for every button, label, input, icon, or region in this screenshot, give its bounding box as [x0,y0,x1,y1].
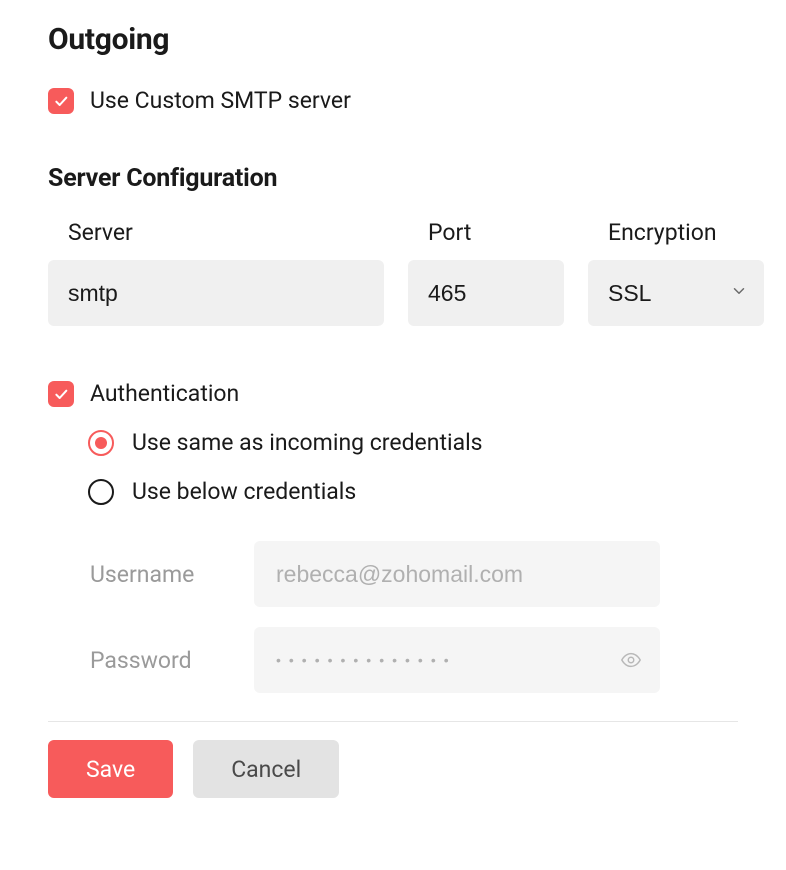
credentials-form: Username Password [90,541,660,693]
page-title: Outgoing [48,22,738,57]
port-input[interactable] [408,260,564,326]
toggle-password-visibility[interactable] [620,649,642,671]
check-icon [53,93,69,109]
authentication-label: Authentication [90,380,239,407]
authentication-checkbox[interactable] [48,381,74,407]
server-config-grid: Server Port Encryption [48,219,738,326]
encryption-column-header: Encryption [588,219,764,246]
custom-smtp-checkbox[interactable] [48,88,74,114]
port-column-header: Port [408,219,564,246]
radio-option-same[interactable]: Use same as incoming credentials [88,429,738,456]
encryption-value[interactable] [588,260,764,326]
radio-same-label: Use same as incoming credentials [132,429,483,456]
divider [48,721,738,722]
check-icon [53,386,69,402]
password-input[interactable] [254,627,660,693]
radio-below-label: Use below credentials [132,478,356,505]
encryption-select[interactable] [588,260,764,326]
server-column-header: Server [48,219,384,246]
custom-smtp-label: Use Custom SMTP server [90,87,351,114]
custom-smtp-row: Use Custom SMTP server [48,87,738,114]
radio-same-credentials[interactable] [88,430,114,456]
auth-radio-group: Use same as incoming credentials Use bel… [88,429,738,505]
username-label: Username [90,561,254,588]
cancel-button[interactable]: Cancel [193,740,339,798]
authentication-block: Authentication Use same as incoming cred… [48,380,738,693]
radio-below-credentials[interactable] [88,479,114,505]
eye-icon [620,649,642,671]
action-buttons: Save Cancel [48,740,738,798]
password-label: Password [90,647,254,674]
username-input[interactable] [254,541,660,607]
radio-option-below[interactable]: Use below credentials [88,478,738,505]
server-config-heading: Server Configuration [48,164,738,193]
save-button[interactable]: Save [48,740,173,798]
server-input[interactable] [48,260,384,326]
